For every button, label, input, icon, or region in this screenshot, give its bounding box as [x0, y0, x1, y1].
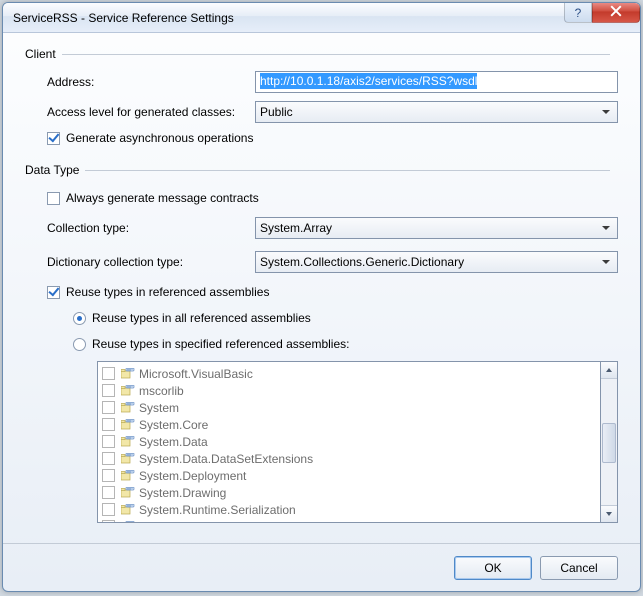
- scroll-down-button[interactable]: [601, 505, 617, 522]
- client-group: Client Address: http://10.0.1.18/axis2/s…: [25, 47, 618, 153]
- reuse-all-row[interactable]: Reuse types in all referenced assemblies: [73, 311, 618, 325]
- cancel-button[interactable]: Cancel: [540, 556, 618, 580]
- access-control: Public: [255, 101, 618, 123]
- assembly-checkbox[interactable]: [102, 435, 115, 448]
- reuse-all-radio[interactable]: [73, 312, 86, 325]
- assembly-icon: [121, 470, 135, 482]
- ok-button[interactable]: OK: [454, 556, 532, 580]
- assembly-icon: [121, 368, 135, 380]
- client-heading: Client: [25, 47, 618, 61]
- assembly-scrollbar[interactable]: [601, 361, 618, 523]
- access-select[interactable]: Public: [255, 101, 618, 123]
- always-generate-checkbox[interactable]: [47, 192, 60, 205]
- assembly-icon: [121, 504, 135, 516]
- generate-async-row[interactable]: Generate asynchronous operations: [47, 131, 618, 145]
- assembly-name: System.Runtime.Serialization: [139, 503, 296, 517]
- reuse-types-row[interactable]: Reuse types in referenced assemblies: [47, 285, 618, 299]
- assembly-item[interactable]: System.Drawing: [100, 484, 598, 501]
- assembly-name: System.Drawing: [139, 486, 226, 500]
- address-label: Address:: [47, 75, 255, 89]
- assembly-name: System: [139, 401, 179, 415]
- address-input[interactable]: http://10.0.1.18/axis2/services/RSS?wsdl: [255, 71, 618, 93]
- reuse-specified-row[interactable]: Reuse types in specified referenced asse…: [73, 337, 618, 351]
- assembly-item[interactable]: System.Data.DataSetExtensions: [100, 450, 598, 467]
- address-row: Address: http://10.0.1.18/axis2/services…: [47, 71, 618, 93]
- assembly-name: System.Core: [139, 418, 208, 432]
- reuse-all-label: Reuse types in all referenced assemblies: [92, 311, 311, 325]
- address-control: http://10.0.1.18/axis2/services/RSS?wsdl: [255, 71, 618, 93]
- dialog-window: ServiceRSS - Service Reference Settings …: [2, 2, 641, 592]
- assembly-checkbox[interactable]: [102, 486, 115, 499]
- assembly-name: System.Deployment: [139, 469, 246, 483]
- datatype-group: Data Type Always generate message contra…: [25, 163, 618, 523]
- assembly-item[interactable]: System.ServiceModel: [100, 518, 598, 523]
- reuse-types-checkbox[interactable]: [47, 286, 60, 299]
- generate-async-checkbox[interactable]: [47, 132, 60, 145]
- always-generate-label: Always generate message contracts: [66, 191, 259, 205]
- assembly-icon: [121, 385, 135, 397]
- assembly-item[interactable]: System.Runtime.Serialization: [100, 501, 598, 518]
- close-icon: [610, 5, 622, 20]
- assembly-checkbox[interactable]: [102, 384, 115, 397]
- collection-label: Collection type:: [47, 221, 255, 235]
- assembly-item[interactable]: System.Deployment: [100, 467, 598, 484]
- dictionary-select[interactable]: System.Collections.Generic.Dictionary: [255, 251, 618, 273]
- reuse-specified-radio[interactable]: [73, 338, 86, 351]
- dialog-footer: OK Cancel: [3, 543, 640, 591]
- assembly-icon: [121, 419, 135, 431]
- assembly-icon: [121, 402, 135, 414]
- dictionary-row: Dictionary collection type: System.Colle…: [47, 251, 618, 273]
- assembly-name: System.ServiceModel: [139, 520, 255, 524]
- reuse-types-label: Reuse types in referenced assemblies: [66, 285, 269, 299]
- scroll-track[interactable]: [601, 379, 617, 505]
- assembly-checkbox[interactable]: [102, 418, 115, 431]
- titlebar: ServiceRSS - Service Reference Settings …: [3, 3, 640, 33]
- assembly-checkbox[interactable]: [102, 520, 115, 523]
- always-generate-row[interactable]: Always generate message contracts: [47, 191, 618, 205]
- reuse-specified-label: Reuse types in specified referenced asse…: [92, 337, 349, 351]
- assembly-item[interactable]: System.Data: [100, 433, 598, 450]
- scroll-up-button[interactable]: [601, 362, 617, 379]
- window-title: ServiceRSS - Service Reference Settings: [13, 11, 564, 25]
- assembly-list[interactable]: Microsoft.VisualBasic mscorlib System Syste…: [97, 361, 601, 523]
- assembly-name: System.Data.DataSetExtensions: [139, 452, 313, 466]
- assembly-icon: [121, 487, 135, 499]
- access-row: Access level for generated classes: Publ…: [47, 101, 618, 123]
- collection-row: Collection type: System.Array: [47, 217, 618, 239]
- assembly-name: mscorlib: [139, 384, 184, 398]
- assembly-item[interactable]: System.Core: [100, 416, 598, 433]
- help-icon: ?: [575, 6, 582, 20]
- generate-async-label: Generate asynchronous operations: [66, 131, 253, 145]
- collection-select[interactable]: System.Array: [255, 217, 618, 239]
- assembly-icon: [121, 453, 135, 465]
- datatype-heading: Data Type: [25, 163, 618, 177]
- scroll-thumb[interactable]: [602, 423, 616, 463]
- assembly-icon: [121, 436, 135, 448]
- access-label: Access level for generated classes:: [47, 105, 255, 119]
- assembly-icon: [121, 521, 135, 524]
- assembly-name: Microsoft.VisualBasic: [139, 367, 253, 381]
- assembly-checkbox[interactable]: [102, 469, 115, 482]
- help-button[interactable]: ?: [564, 3, 592, 23]
- assembly-item[interactable]: Microsoft.VisualBasic: [100, 365, 598, 382]
- assembly-checkbox[interactable]: [102, 367, 115, 380]
- assembly-checkbox[interactable]: [102, 503, 115, 516]
- assembly-item[interactable]: mscorlib: [100, 382, 598, 399]
- close-button[interactable]: [592, 3, 640, 23]
- dictionary-label: Dictionary collection type:: [47, 255, 255, 269]
- assembly-checkbox[interactable]: [102, 452, 115, 465]
- assembly-item[interactable]: System: [100, 399, 598, 416]
- assembly-list-container: Microsoft.VisualBasic mscorlib System Syste…: [97, 361, 618, 523]
- assembly-checkbox[interactable]: [102, 401, 115, 414]
- content-area: Client Address: http://10.0.1.18/axis2/s…: [3, 33, 640, 543]
- assembly-name: System.Data: [139, 435, 208, 449]
- window-controls: ?: [564, 3, 640, 25]
